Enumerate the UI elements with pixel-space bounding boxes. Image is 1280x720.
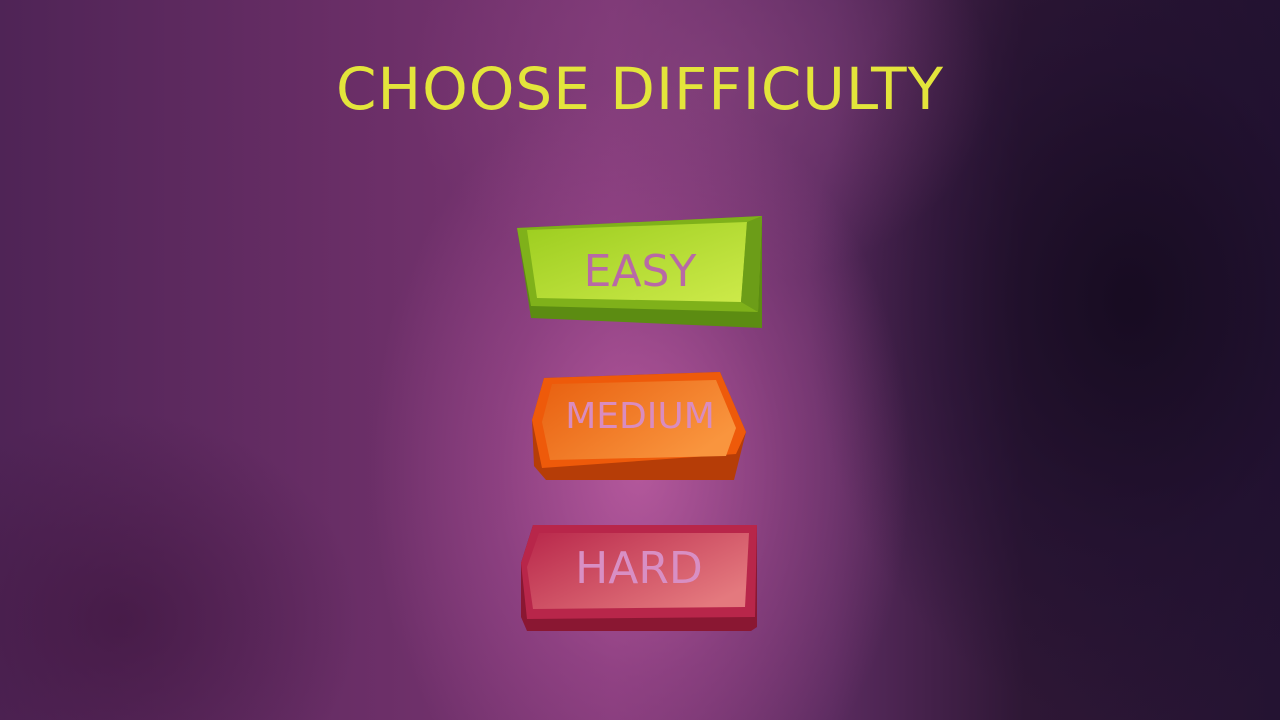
page-title: CHOOSE DIFFICULTY	[335, 55, 945, 123]
medium-button-label: MEDIUM	[565, 396, 715, 437]
easy-button-label: EASY	[583, 246, 697, 297]
easy-button[interactable]: EASY	[515, 214, 765, 330]
hard-button-label: HARD	[575, 543, 703, 594]
hard-button[interactable]: HARD	[517, 523, 761, 633]
medium-button[interactable]: MEDIUM	[530, 370, 750, 484]
